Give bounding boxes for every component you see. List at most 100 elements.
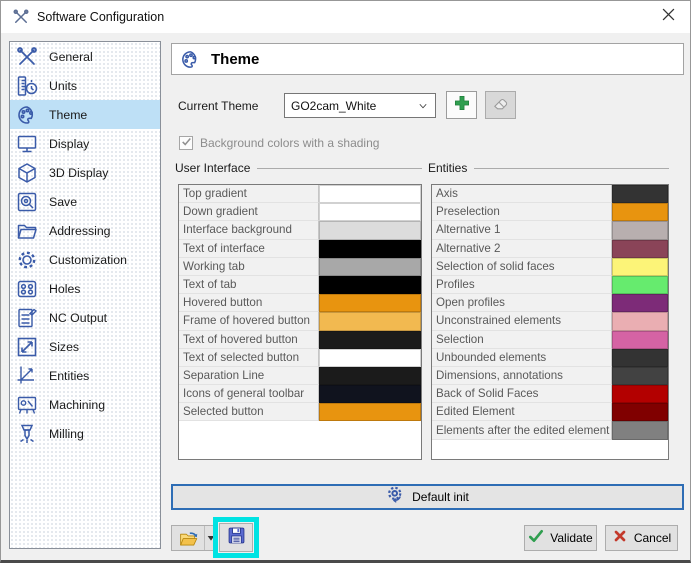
color-swatch[interactable]	[612, 294, 668, 312]
color-row-label: Selection	[432, 331, 612, 349]
sidebar-item-label: Display	[49, 137, 89, 151]
color-swatch[interactable]	[319, 221, 421, 239]
color-swatch[interactable]	[612, 367, 668, 385]
sidebar-item-addressing[interactable]: Addressing	[10, 216, 160, 245]
color-row: Unconstrained elements	[432, 312, 668, 330]
color-swatch[interactable]	[319, 385, 421, 403]
machining-icon	[15, 393, 39, 417]
close-icon	[662, 8, 675, 26]
user-interface-group-header: User Interface	[175, 161, 422, 175]
folder-open-icon[interactable]	[172, 526, 204, 550]
sidebar-item-label: Sizes	[49, 340, 79, 354]
shading-checkbox[interactable]	[179, 136, 193, 150]
current-theme-select[interactable]: GO2cam_White	[284, 93, 436, 118]
page-title: Theme	[211, 51, 259, 68]
color-swatch[interactable]	[319, 403, 421, 421]
sidebar-item-label: Units	[49, 79, 77, 93]
color-swatch[interactable]	[612, 240, 668, 258]
color-swatch[interactable]	[319, 294, 421, 312]
color-row-label: Preselection	[432, 203, 612, 221]
color-swatch[interactable]	[612, 276, 668, 294]
color-row: Selection of solid faces	[432, 258, 668, 276]
color-swatch[interactable]	[612, 421, 668, 439]
color-row: Dimensions, annotations	[432, 367, 668, 385]
color-row: Back of Solid Faces	[432, 385, 668, 403]
sidebar-item-sizes[interactable]: Sizes	[10, 332, 160, 361]
color-swatch[interactable]	[612, 403, 668, 421]
color-swatch[interactable]	[612, 331, 668, 349]
color-swatch[interactable]	[612, 203, 668, 221]
color-row-label: Hovered button	[179, 294, 319, 312]
color-row-label: Unconstrained elements	[432, 312, 612, 330]
default-init-label: Default init	[412, 490, 469, 504]
color-row-label: Unbounded elements	[432, 349, 612, 367]
color-swatch[interactable]	[319, 240, 421, 258]
delete-theme-button[interactable]	[485, 91, 516, 119]
chevron-down-icon	[416, 99, 430, 113]
entities-group-title: Entities	[428, 161, 467, 175]
sidebar-item-nc-output[interactable]: NC Output	[10, 303, 160, 332]
color-swatch[interactable]	[612, 258, 668, 276]
color-row: Axis	[432, 185, 668, 203]
user-interface-color-table: Top gradientDown gradientInterface backg…	[178, 184, 422, 460]
sidebar-item-label: NC Output	[49, 311, 107, 325]
sidebar-item-machining[interactable]: Machining	[10, 390, 160, 419]
color-row-label: Text of tab	[179, 276, 319, 294]
color-swatch[interactable]	[319, 349, 421, 367]
color-row: Text of interface	[179, 240, 421, 258]
sidebar-item-theme[interactable]: Theme	[10, 100, 160, 129]
sidebar-item-label: Holes	[49, 282, 80, 296]
default-init-button[interactable]: Default init	[171, 484, 684, 510]
window-title: Software Configuration	[37, 10, 164, 24]
sidebar-item-label: Machining	[49, 398, 105, 412]
sidebar-item-holes[interactable]: Holes	[10, 274, 160, 303]
save-theme-button[interactable]	[219, 523, 253, 552]
software-configuration-window: Software Configuration General Units Theme…	[0, 0, 691, 563]
color-row: Separation Line	[179, 367, 421, 385]
color-swatch[interactable]	[319, 203, 421, 221]
entities-icon	[15, 364, 39, 388]
nc-output-icon	[15, 306, 39, 330]
color-row-label: Frame of hovered button	[179, 312, 319, 330]
cancel-label: Cancel	[634, 531, 671, 545]
sidebar-item-save[interactable]: Save	[10, 187, 160, 216]
open-theme-split-button[interactable]	[171, 525, 217, 551]
color-swatch[interactable]	[319, 331, 421, 349]
add-theme-button[interactable]	[446, 91, 477, 119]
sidebar-item-label: Theme	[49, 108, 87, 122]
color-swatch[interactable]	[612, 185, 668, 203]
cancel-button[interactable]: Cancel	[605, 525, 678, 551]
color-swatch[interactable]	[319, 312, 421, 330]
open-dropdown-arrow[interactable]	[204, 526, 216, 550]
page-header: Theme	[171, 43, 684, 75]
color-row-label: Top gradient	[179, 185, 319, 203]
sidebar-item-display[interactable]: Display	[10, 129, 160, 158]
color-row: Top gradient	[179, 185, 421, 203]
current-theme-label: Current Theme	[178, 99, 258, 113]
color-swatch[interactable]	[319, 367, 421, 385]
color-swatch[interactable]	[319, 258, 421, 276]
color-row-label: Edited Element	[432, 403, 612, 421]
color-swatch[interactable]	[319, 185, 421, 203]
sidebar-item-milling[interactable]: Milling	[10, 419, 160, 448]
sidebar-item-customization[interactable]: Customization	[10, 245, 160, 274]
color-row-label: Axis	[432, 185, 612, 203]
color-swatch[interactable]	[319, 276, 421, 294]
color-swatch[interactable]	[612, 385, 668, 403]
color-row-label: Text of selected button	[179, 349, 319, 367]
sidebar-item-entities[interactable]: Entities	[10, 361, 160, 390]
sidebar-item-units[interactable]: Units	[10, 71, 160, 100]
sidebar-item-general[interactable]: General	[10, 42, 160, 71]
color-row: Text of selected button	[179, 349, 421, 367]
cube-icon	[15, 161, 39, 185]
sidebar-item-3d-display[interactable]: 3D Display	[10, 158, 160, 187]
validate-button[interactable]: Validate	[524, 525, 597, 551]
sidebar-list: General Units Theme Display 3D DisplaySaveAd…	[9, 41, 161, 549]
color-swatch[interactable]	[612, 221, 668, 239]
checkmark-icon	[528, 528, 544, 549]
color-swatch[interactable]	[612, 349, 668, 367]
color-row-label: Open profiles	[432, 294, 612, 312]
color-swatch[interactable]	[612, 312, 668, 330]
entities-color-table: AxisPreselectionAlternative 1Alternative…	[431, 184, 669, 460]
close-button[interactable]	[654, 5, 682, 29]
